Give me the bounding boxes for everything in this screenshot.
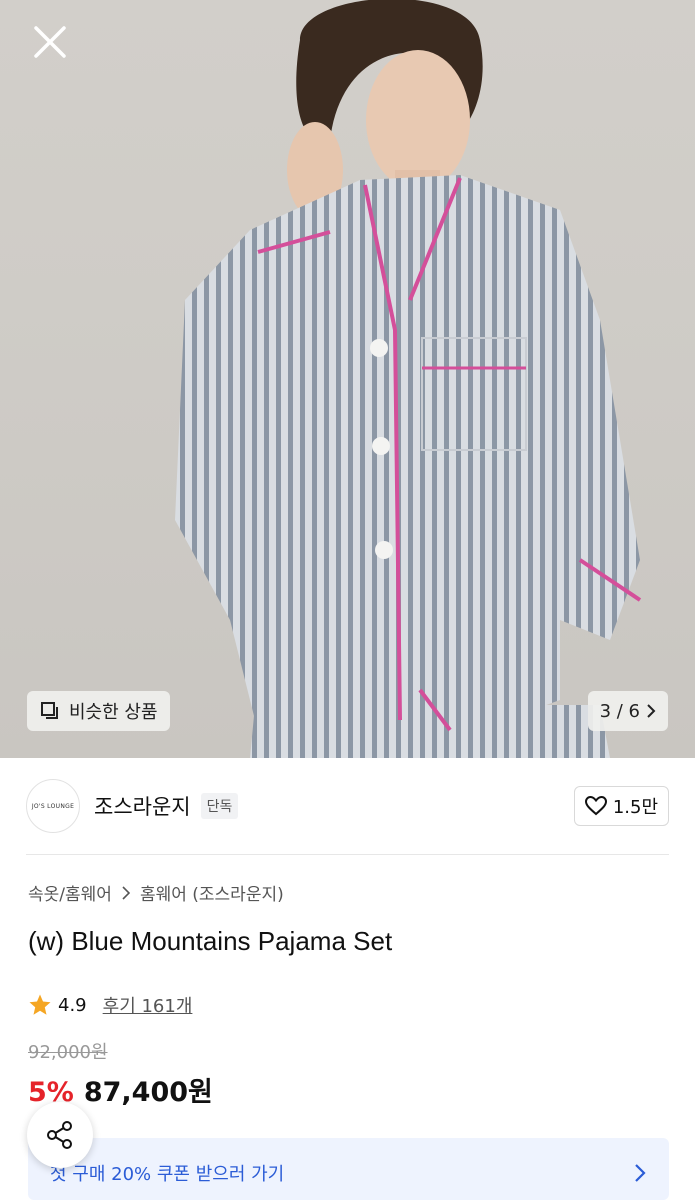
chevron-right-icon <box>122 885 130 900</box>
similar-products-button[interactable]: 비슷한 상품 <box>27 691 170 731</box>
coupon-banner[interactable]: 첫 구매 20% 쿠폰 받으러 가기 <box>28 1138 669 1200</box>
product-photo <box>175 0 642 758</box>
product-image-gallery[interactable]: 비슷한 상품 3 / 6 <box>0 0 695 758</box>
sale-price: 87,400원 <box>83 1077 213 1108</box>
brand-name[interactable]: 조스라운지 <box>94 791 191 821</box>
divider <box>26 854 669 855</box>
reviews-link[interactable]: 후기 161개 <box>103 992 193 1018</box>
image-counter: 3 / 6 <box>599 700 640 722</box>
share-icon <box>47 1121 72 1149</box>
breadcrumb-category[interactable]: 속옷/홈웨어 <box>28 880 112 905</box>
coupon-text: 첫 구매 20% 쿠폰 받으러 가기 <box>50 1164 285 1185</box>
share-button[interactable] <box>27 1102 93 1168</box>
original-price: 92,000원 <box>28 1042 108 1063</box>
heart-icon <box>584 796 607 816</box>
like-button[interactable]: 1.5만 <box>573 786 669 826</box>
breadcrumb-subcategory[interactable]: 홈웨어 (조스라운지) <box>140 880 284 905</box>
image-counter-button[interactable]: 3 / 6 <box>587 691 668 731</box>
rating-row: 4.9 후기 161개 <box>28 992 192 1018</box>
product-title: (w) Blue Mountains Pajama Set <box>28 926 393 956</box>
exclusive-badge: 단독 <box>200 793 239 819</box>
close-icon[interactable] <box>28 20 72 64</box>
chevron-right-icon <box>635 1164 646 1182</box>
like-count: 1.5만 <box>612 797 658 818</box>
copy-icon <box>41 702 58 719</box>
brand-row[interactable]: JO'S LOUNGE 조스라운지 단독 1.5만 <box>0 758 695 854</box>
chevron-right-icon <box>647 704 656 718</box>
star-icon <box>29 994 51 1015</box>
rating-value: 4.9 <box>58 994 87 1016</box>
brand-logo[interactable]: JO'S LOUNGE <box>26 779 80 833</box>
similar-products-label: 비슷한 상품 <box>69 702 158 723</box>
breadcrumb: 속옷/홈웨어 홈웨어 (조스라운지) <box>28 880 284 905</box>
